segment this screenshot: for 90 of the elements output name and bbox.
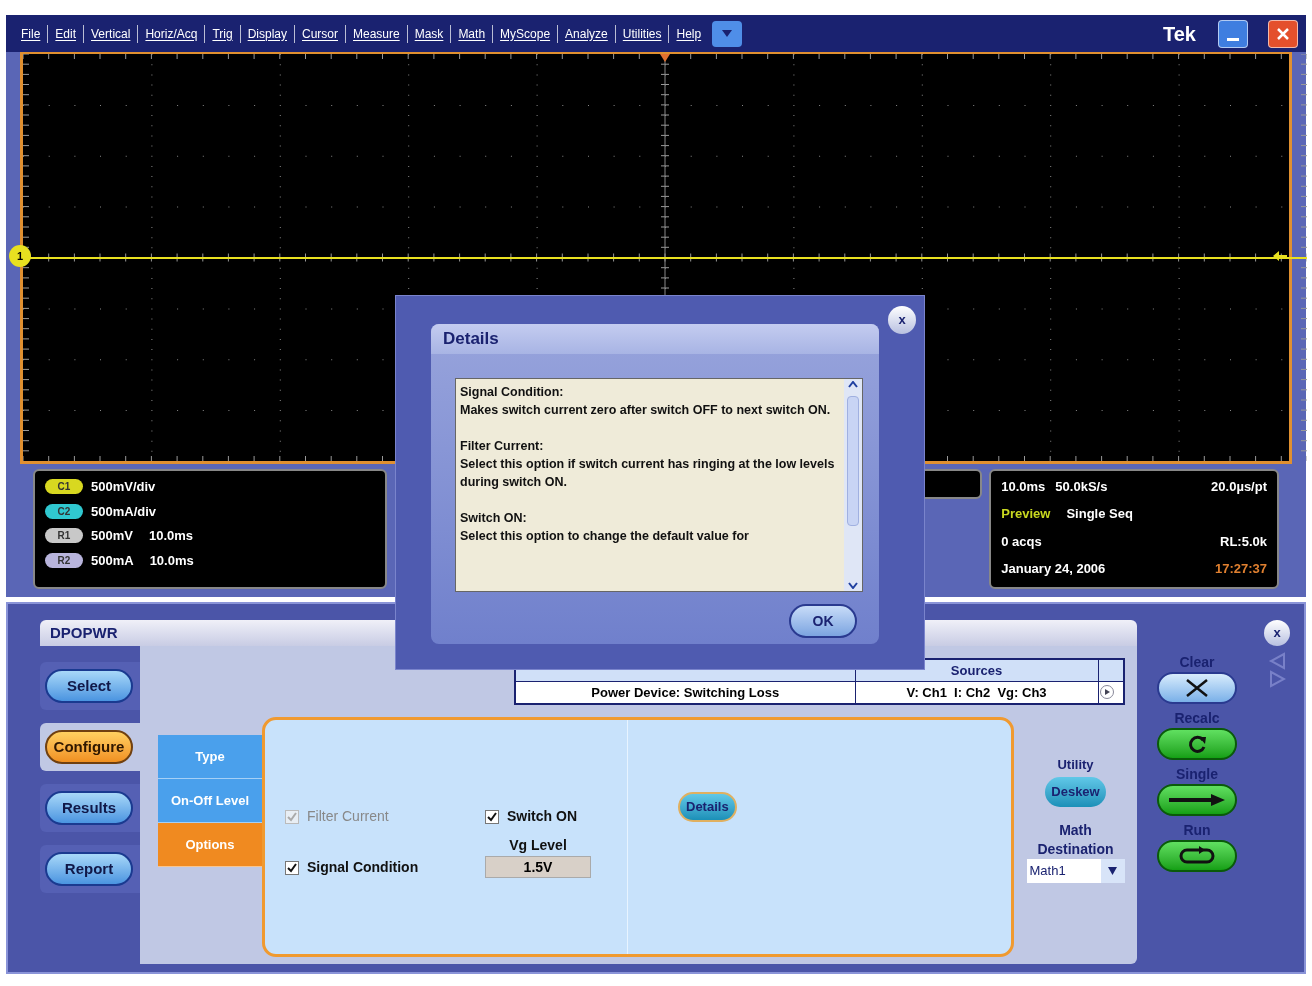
scrollbar[interactable] [844, 379, 862, 591]
trigger-position-icon [660, 54, 670, 62]
scale-readout: 500mV/div [91, 478, 156, 496]
dialog-title: Details [431, 324, 879, 354]
menu-item[interactable]: Utilities [614, 24, 669, 43]
single-button[interactable] [1157, 784, 1237, 816]
dropdown-button[interactable] [712, 20, 743, 47]
scale-readout: 500mA [91, 551, 134, 570]
math-destination-label: Math Destination [1036, 820, 1115, 859]
control-label: Run [1183, 821, 1211, 840]
time-readout: 10.0ms [148, 527, 193, 545]
close-button[interactable] [1268, 19, 1298, 48]
menu-item[interactable]: Mask [406, 24, 451, 43]
paragraph-heading: Signal Condition: [460, 384, 565, 401]
refresh-icon [1186, 734, 1208, 754]
checkmark-icon [285, 809, 299, 824]
menu-item[interactable]: Vertical [83, 24, 138, 43]
checkbox[interactable]: Switch ON [485, 806, 627, 827]
clear-button[interactable] [1157, 672, 1237, 704]
trigger-level-icon [1273, 251, 1287, 261]
menu-item[interactable]: Help [668, 24, 709, 43]
channel-badge[interactable]: C1 [45, 479, 83, 495]
scrollbar-thumb[interactable] [847, 396, 859, 526]
vg-level-field[interactable]: 1.5V [485, 856, 591, 878]
paragraph-heading: Switch ON: [460, 510, 528, 527]
details-button[interactable]: Details [678, 792, 737, 822]
field-label: Vg Level [509, 836, 567, 855]
paragraph-text: Select this option if switch current has ringing at the low levels during switch ON. [460, 456, 836, 491]
row-menu-icon[interactable] [1098, 684, 1115, 701]
menu-item[interactable]: Horiz/Acq [137, 24, 205, 43]
menu-item[interactable]: MyScope [492, 24, 558, 43]
time-readout: 10.0ms [149, 551, 194, 570]
scroll-down-icon [848, 582, 858, 589]
scale-readout: 500mV [91, 527, 133, 545]
menu-item[interactable]: Trig [204, 24, 240, 43]
run-button[interactable] [1157, 840, 1237, 872]
close-icon [1277, 27, 1289, 40]
scale-readout: 500mA/div [91, 502, 157, 521]
menu-item[interactable]: Cursor [294, 24, 345, 43]
table-cell: Power Device: Switching Loss [515, 681, 855, 704]
paragraph-text: Select this option to change the default value for [460, 528, 750, 545]
brand-logo: Tek [1163, 21, 1196, 47]
control-label: Clear [1179, 653, 1215, 672]
utility-label: Utility [1057, 756, 1094, 774]
checkbox[interactable]: Signal Condition [285, 857, 485, 878]
resolution-readout: 20.0µs/pt [1210, 478, 1267, 496]
checkmark-icon [285, 860, 299, 875]
caret-icon [1108, 866, 1117, 875]
ok-button[interactable]: OK [789, 604, 857, 638]
nav-button[interactable]: Report [45, 852, 133, 886]
paragraph-heading: Filter Current: [460, 438, 545, 455]
close-icon [1184, 678, 1210, 698]
close-button[interactable]: x [1264, 620, 1290, 646]
menu-item[interactable]: File [14, 24, 48, 43]
control-label: Recalc [1174, 709, 1220, 728]
close-button[interactable]: x [888, 306, 916, 334]
mode-readout: Preview [1001, 505, 1051, 524]
recalc-button[interactable] [1157, 728, 1237, 760]
control-label: Single [1176, 765, 1218, 784]
menu-item[interactable]: Math [450, 24, 493, 43]
nav-button[interactable]: Configure [45, 730, 133, 764]
deskew-button[interactable]: Deskew [1045, 776, 1106, 807]
nav-button[interactable]: Results [45, 791, 133, 825]
sample-rate-readout: 50.0kS/s [1055, 478, 1108, 496]
panel-arrows-icon [1268, 652, 1286, 688]
caret-icon [722, 30, 733, 37]
menu-item[interactable]: Edit [47, 24, 84, 43]
menu-item[interactable]: Display [239, 24, 294, 43]
scroll-up-icon [848, 381, 858, 388]
arrow-right-icon [1167, 793, 1227, 807]
minimize-button[interactable] [1218, 19, 1248, 48]
time-readout: 17:27:37 [1213, 559, 1267, 578]
channel-badge[interactable]: C2 [45, 503, 83, 519]
timebase-readout: 10.0ms [1001, 478, 1046, 496]
paragraph-text: Makes switch current zero after switch OFF to next switch ON. [460, 402, 832, 419]
date-readout: January 24, 2006 [1001, 559, 1107, 578]
channel-badge[interactable]: R1 [45, 528, 83, 544]
channel-badge[interactable]: R2 [45, 552, 83, 568]
record-length-readout: RL:5.0k [1219, 532, 1267, 551]
minimize-icon [1227, 37, 1239, 41]
acquisitions-readout: 0 acqs [1001, 532, 1043, 551]
menu-item[interactable]: Analyze [557, 24, 615, 43]
table-cell: V: Ch1 I: Ch2 Vg: Ch3 [855, 681, 1098, 704]
checkmark-icon [485, 809, 499, 824]
nav-button[interactable]: Select [45, 669, 133, 703]
channel-marker[interactable]: 1 [9, 245, 31, 267]
math-destination-select[interactable]: Math1 [1026, 858, 1125, 883]
menu-item[interactable]: Measure [345, 24, 407, 43]
loop-arrow-icon [1179, 846, 1215, 866]
run-mode-readout: Single Seq [1066, 505, 1133, 524]
